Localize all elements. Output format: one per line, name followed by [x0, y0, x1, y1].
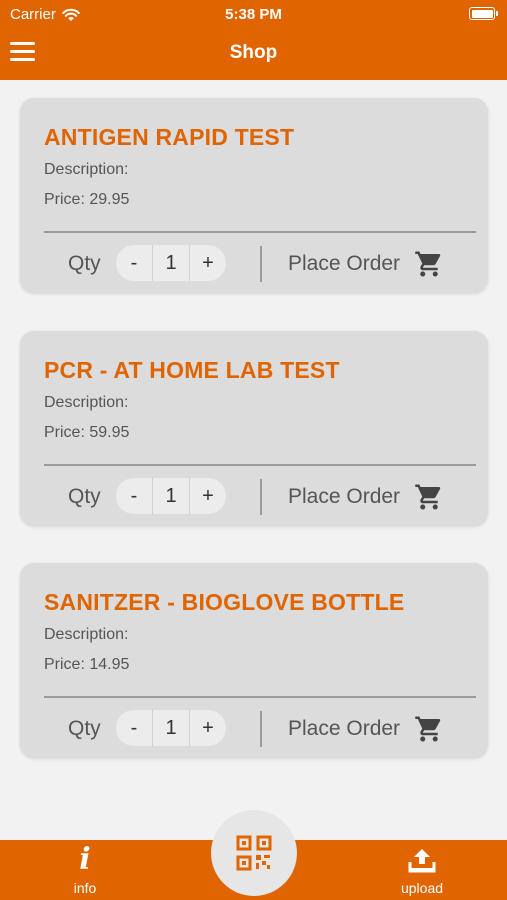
shopping-cart-icon: [415, 716, 441, 742]
qty-label: Qty: [68, 252, 101, 275]
shopping-cart-icon: [415, 251, 441, 277]
vertical-divider: [260, 479, 262, 515]
divider: [44, 231, 476, 233]
product-description: Description:: [44, 626, 129, 643]
product-card: SANITZER - BIOGLOVE BOTTLE Description: …: [20, 563, 488, 758]
upload-icon: [408, 849, 436, 873]
place-order-button[interactable]: Place Order: [288, 246, 444, 282]
navigation-bar: Shop: [0, 28, 507, 80]
product-name: ANTIGEN RAPID TEST: [44, 124, 295, 150]
vertical-divider: [260, 711, 262, 747]
status-time: 5:38 PM: [225, 6, 282, 23]
place-order-label: Place Order: [288, 485, 401, 508]
qty-label: Qty: [68, 485, 101, 508]
shopping-cart-icon: [415, 484, 441, 510]
product-description: Description:: [44, 161, 129, 178]
quantity-value: 1: [152, 710, 190, 746]
info-icon: i: [79, 842, 91, 877]
vertical-divider: [260, 246, 262, 282]
product-price: Price: 14.95: [44, 656, 130, 673]
scan-qr-button[interactable]: [211, 810, 297, 896]
product-card: ANTIGEN RAPID TEST Description: Price: 2…: [20, 98, 488, 293]
product-price: Price: 59.95: [44, 424, 130, 441]
divider: [44, 696, 476, 698]
quantity-value: 1: [152, 245, 190, 281]
page-title: Shop: [229, 42, 278, 63]
place-order-button[interactable]: Place Order: [288, 479, 444, 515]
tab-info[interactable]: i info: [40, 840, 130, 900]
increment-button[interactable]: +: [190, 717, 226, 740]
quantity-stepper: - 1 +: [116, 710, 226, 746]
quantity-stepper: - 1 +: [116, 478, 226, 514]
place-order-label: Place Order: [288, 717, 401, 740]
product-description: Description:: [44, 394, 129, 411]
status-bar: Carrier 5:38 PM: [0, 0, 507, 28]
product-name: PCR - AT HOME LAB TEST: [44, 357, 340, 383]
battery-icon: [469, 7, 498, 20]
quantity-stepper: - 1 +: [116, 245, 226, 281]
product-name: SANITZER - BIOGLOVE BOTTLE: [44, 589, 405, 615]
decrement-button[interactable]: -: [116, 252, 152, 275]
increment-button[interactable]: +: [190, 485, 226, 508]
tab-info-label: info: [73, 880, 97, 896]
place-order-button[interactable]: Place Order: [288, 711, 444, 747]
divider: [44, 464, 476, 466]
tab-upload-label: upload: [400, 880, 444, 896]
qr-code-icon: [236, 835, 272, 871]
decrement-button[interactable]: -: [116, 717, 152, 740]
top-bar: Carrier 5:38 PM Shop: [0, 0, 507, 80]
quantity-value: 1: [152, 478, 190, 514]
increment-button[interactable]: +: [190, 252, 226, 275]
product-card: PCR - AT HOME LAB TEST Description: Pric…: [20, 331, 488, 526]
place-order-label: Place Order: [288, 252, 401, 275]
decrement-button[interactable]: -: [116, 485, 152, 508]
tab-upload[interactable]: upload: [377, 840, 467, 900]
qty-label: Qty: [68, 717, 101, 740]
product-price: Price: 29.95: [44, 191, 130, 208]
